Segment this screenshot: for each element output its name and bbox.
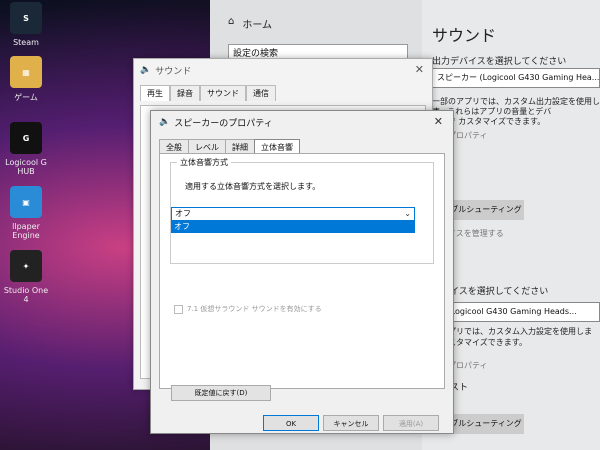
speaker-properties-dialog: 🔈 スピーカーのプロパティ ✕ 全般 レベル 詳細 立体音響 立体音響方式 適用… bbox=[150, 110, 454, 434]
desktop-icon-label: llpaper Engine bbox=[12, 222, 40, 240]
speaker-icon: 🔈 bbox=[159, 117, 171, 127]
home-label: ホーム bbox=[242, 20, 273, 31]
desktop-icon-label: ゲーム bbox=[14, 93, 38, 102]
spatial-sound-panel: 立体音響方式 適用する立体音響方式を選択します。 7.1 仮想サラウンド サウン… bbox=[159, 153, 445, 389]
desktop-icon-label: Logicool G HUB bbox=[5, 158, 47, 176]
virtual-surround-checkbox-row: 7.1 仮想サラウンド サウンドを有効にする bbox=[174, 304, 322, 314]
props-title: スピーカーのプロパティ bbox=[174, 118, 273, 129]
spatial-format-select[interactable]: オフ ⌄ bbox=[171, 207, 415, 221]
ok-button[interactable]: OK bbox=[263, 415, 319, 431]
tab-playback[interactable]: 再生 bbox=[140, 85, 170, 101]
close-icon[interactable]: ✕ bbox=[415, 63, 424, 76]
sound-dialog-titlebar: 🔈 サウンド bbox=[134, 59, 432, 81]
spatial-format-option[interactable]: オフ bbox=[171, 221, 415, 233]
group-description: 適用する立体音響方式を選択します。 bbox=[185, 182, 321, 191]
desktop-icon-game-folder[interactable]: ▦ ゲーム bbox=[2, 56, 50, 103]
sound-dialog-title: サウンド bbox=[155, 66, 192, 77]
desktop-icon-label: Studio One 4 bbox=[3, 286, 49, 304]
desktop-icon-studio-one[interactable]: ✦ Studio One 4 bbox=[2, 250, 50, 304]
home-link[interactable]: ⌂ ホーム bbox=[228, 16, 272, 31]
output-label: 出力デバイスを選択してください bbox=[432, 57, 567, 67]
group-legend: 立体音響方式 bbox=[177, 157, 231, 168]
desktop-icon-g-hub[interactable]: G Logicool G HUB bbox=[2, 122, 50, 176]
desktop-icon-label: Steam bbox=[13, 38, 39, 47]
props-titlebar: 🔈 スピーカーのプロパティ bbox=[151, 111, 453, 133]
speaker-icon: 🔈 bbox=[140, 65, 152, 75]
desktop-icon-wallpaper-engine[interactable]: ▣ llpaper Engine bbox=[2, 186, 50, 240]
virtual-surround-checkbox[interactable] bbox=[174, 304, 183, 314]
tab-sounds[interactable]: サウンド bbox=[200, 85, 246, 101]
input-note-1: のアプリでは、カスタム入力設定を使用しま bbox=[432, 327, 592, 336]
home-icon: ⌂ bbox=[228, 16, 235, 27]
wallpaper-engine-icon: ▣ bbox=[10, 186, 42, 218]
output-device-dropdown[interactable]: スピーカー (Logicool G430 Gaming Hea... bbox=[432, 68, 600, 88]
tab-recording[interactable]: 録音 bbox=[170, 85, 200, 101]
chevron-down-icon: ⌄ bbox=[404, 209, 411, 218]
folder-icon: ▦ bbox=[10, 56, 42, 88]
input-device-dropdown[interactable]: ク (Logicool G430 Gaming Heads... bbox=[432, 302, 600, 322]
tab-communications[interactable]: 通信 bbox=[246, 85, 276, 101]
restore-defaults-button[interactable]: 既定値に戻す(D) bbox=[171, 385, 271, 401]
virtual-surround-label: 7.1 仮想サラウンド サウンドを有効にする bbox=[187, 305, 322, 313]
desktop-icon-steam[interactable]: S Steam bbox=[2, 2, 50, 47]
page-title: サウンド bbox=[432, 26, 497, 45]
apply-button[interactable]: 適用(A) bbox=[383, 415, 439, 431]
steam-icon: S bbox=[10, 2, 42, 34]
studio-one-icon: ✦ bbox=[10, 250, 42, 282]
spatial-format-value: オフ bbox=[175, 209, 191, 218]
sound-dialog-tabs: 再生 録音 サウンド 通信 bbox=[140, 85, 432, 101]
g-hub-icon: G bbox=[10, 122, 42, 154]
cancel-button[interactable]: キャンセル bbox=[323, 415, 379, 431]
close-icon[interactable]: ✕ bbox=[434, 115, 443, 128]
